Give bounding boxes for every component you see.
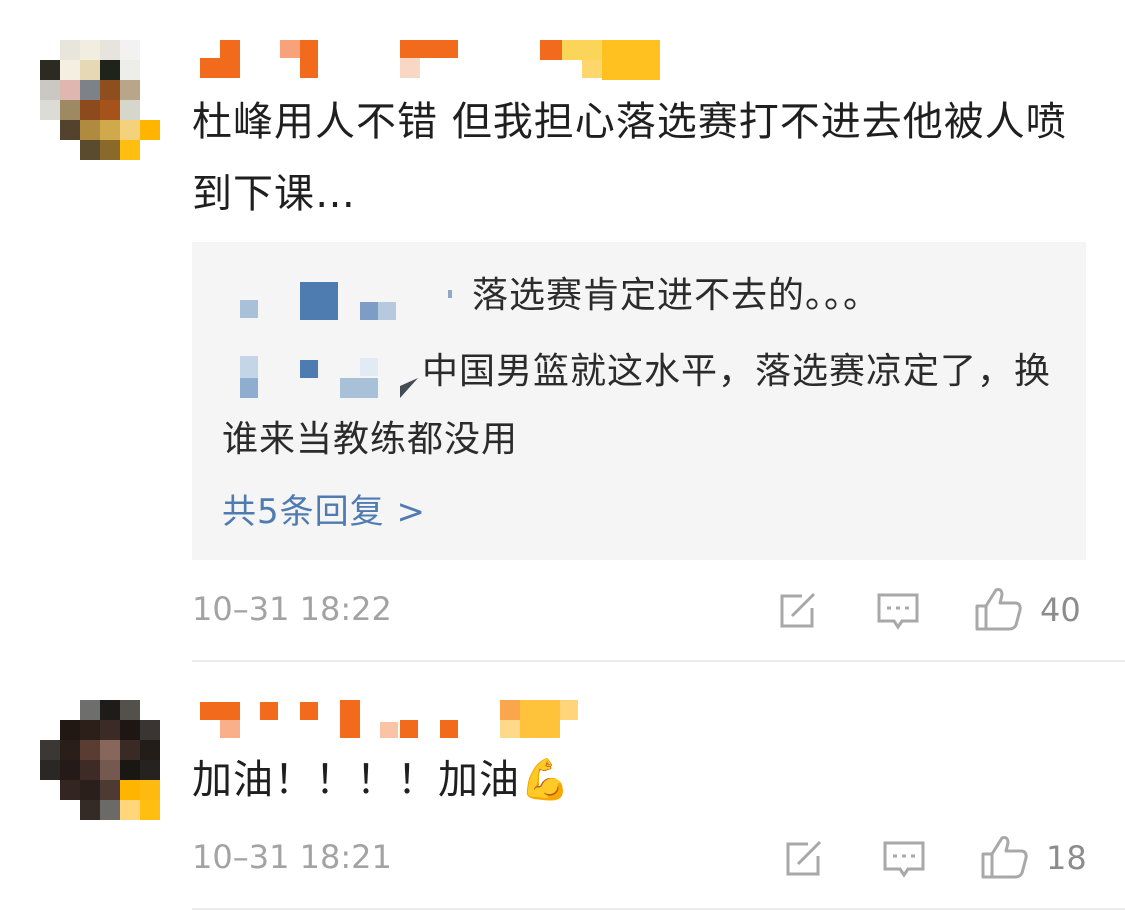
timestamp: 10–31 18:21 [192, 838, 392, 876]
username-obscured[interactable] [198, 700, 588, 740]
view-all-replies-link[interactable]: 共5条回复 > [222, 484, 426, 533]
reply-author-obscured[interactable] [238, 282, 468, 322]
divider [192, 660, 1125, 662]
thumbs-up-icon[interactable] [974, 586, 1024, 632]
thumbs-up-icon[interactable] [980, 834, 1030, 880]
like-count: 18 [1046, 839, 1087, 877]
username-obscured[interactable] [198, 40, 663, 80]
avatar[interactable] [40, 700, 160, 820]
reply-box[interactable]: 落选赛肯定进不去的。。。 中国男篮就这水平，落选赛凉定了，换谁来当教练都没用 共… [192, 242, 1086, 560]
reply-text: 中国男篮就这水平，落选赛凉定了，换谁来当教练都没用 [222, 351, 1052, 460]
timestamp: 10–31 18:22 [192, 590, 392, 628]
share-icon[interactable] [782, 840, 822, 876]
share-icon[interactable] [776, 592, 816, 628]
like-count: 40 [1040, 591, 1081, 629]
comment-icon[interactable] [876, 592, 920, 632]
comment-icon[interactable] [882, 840, 926, 880]
divider [192, 908, 1125, 910]
reply-text: 落选赛肯定进不去的。。。 [472, 275, 881, 316]
comment-text: 杜峰用人不错 但我担心落选赛打不进去他被人喷到下课… [192, 99, 1067, 217]
comment-text: 加油！！！！加油💪 [192, 757, 571, 803]
avatar[interactable] [40, 40, 160, 160]
